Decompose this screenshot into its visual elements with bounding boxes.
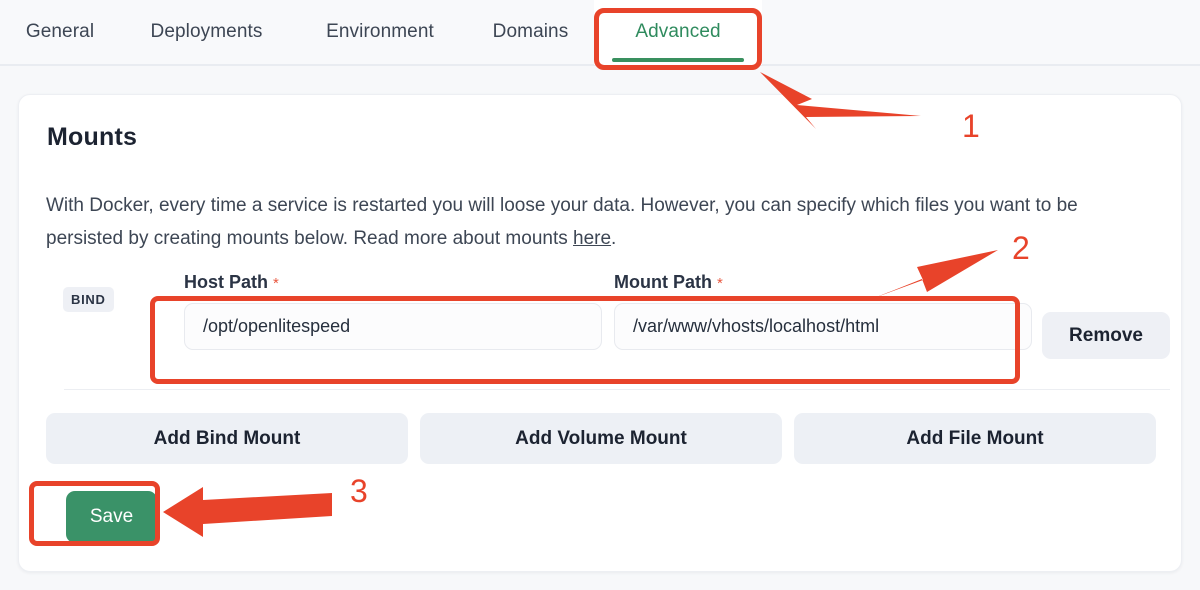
remove-mount-button[interactable]: Remove	[1042, 312, 1170, 359]
tab-domains[interactable]: Domains	[467, 0, 594, 65]
mounts-description-text-2: .	[611, 228, 617, 249]
tab-environment[interactable]: Environment	[293, 0, 467, 65]
tab-deployments[interactable]: Deployments	[120, 0, 293, 65]
section-divider	[64, 389, 1170, 390]
mount-path-field-group: Mount Path *	[614, 272, 1044, 350]
host-path-required-marker: *	[273, 275, 279, 292]
add-bind-mount-button[interactable]: Add Bind Mount	[46, 413, 408, 464]
host-path-label: Host Path *	[184, 272, 614, 293]
mounts-description: With Docker, every time a service is res…	[46, 189, 1136, 255]
add-file-mount-button[interactable]: Add File Mount	[794, 413, 1156, 464]
tab-deployments-label: Deployments	[150, 21, 263, 42]
save-button[interactable]: Save	[66, 491, 157, 543]
mount-path-label-text: Mount Path	[614, 272, 712, 292]
mounts-card: Mounts With Docker, every time a service…	[18, 94, 1182, 572]
tab-advanced[interactable]: Advanced	[594, 0, 762, 65]
mount-path-label: Mount Path *	[614, 272, 1044, 293]
host-path-label-text: Host Path	[184, 272, 269, 292]
tab-domains-label: Domains	[492, 21, 569, 42]
mount-path-input[interactable]	[614, 303, 1032, 350]
mounts-description-text-1: With Docker, every time a service is res…	[46, 195, 1078, 249]
add-mount-button-group: Add Bind Mount Add Volume Mount Add File…	[46, 413, 1156, 464]
settings-tab-bar: General Deployments Environment Domains …	[0, 0, 1200, 66]
page-title: Mounts	[47, 123, 138, 151]
mount-row: BIND Host Path * Mount Path * Remove	[46, 272, 1170, 382]
host-path-input[interactable]	[184, 303, 602, 350]
add-volume-mount-button[interactable]: Add Volume Mount	[420, 413, 782, 464]
tab-general[interactable]: General	[0, 0, 120, 65]
mount-path-required-marker: *	[717, 275, 723, 292]
tab-environment-label: Environment	[326, 21, 434, 42]
mount-type-badge: BIND	[63, 287, 114, 312]
host-path-field-group: Host Path *	[184, 272, 614, 350]
tab-advanced-label: Advanced	[635, 21, 721, 42]
tab-general-label: General	[25, 21, 95, 42]
mounts-docs-link[interactable]: here	[573, 228, 611, 249]
